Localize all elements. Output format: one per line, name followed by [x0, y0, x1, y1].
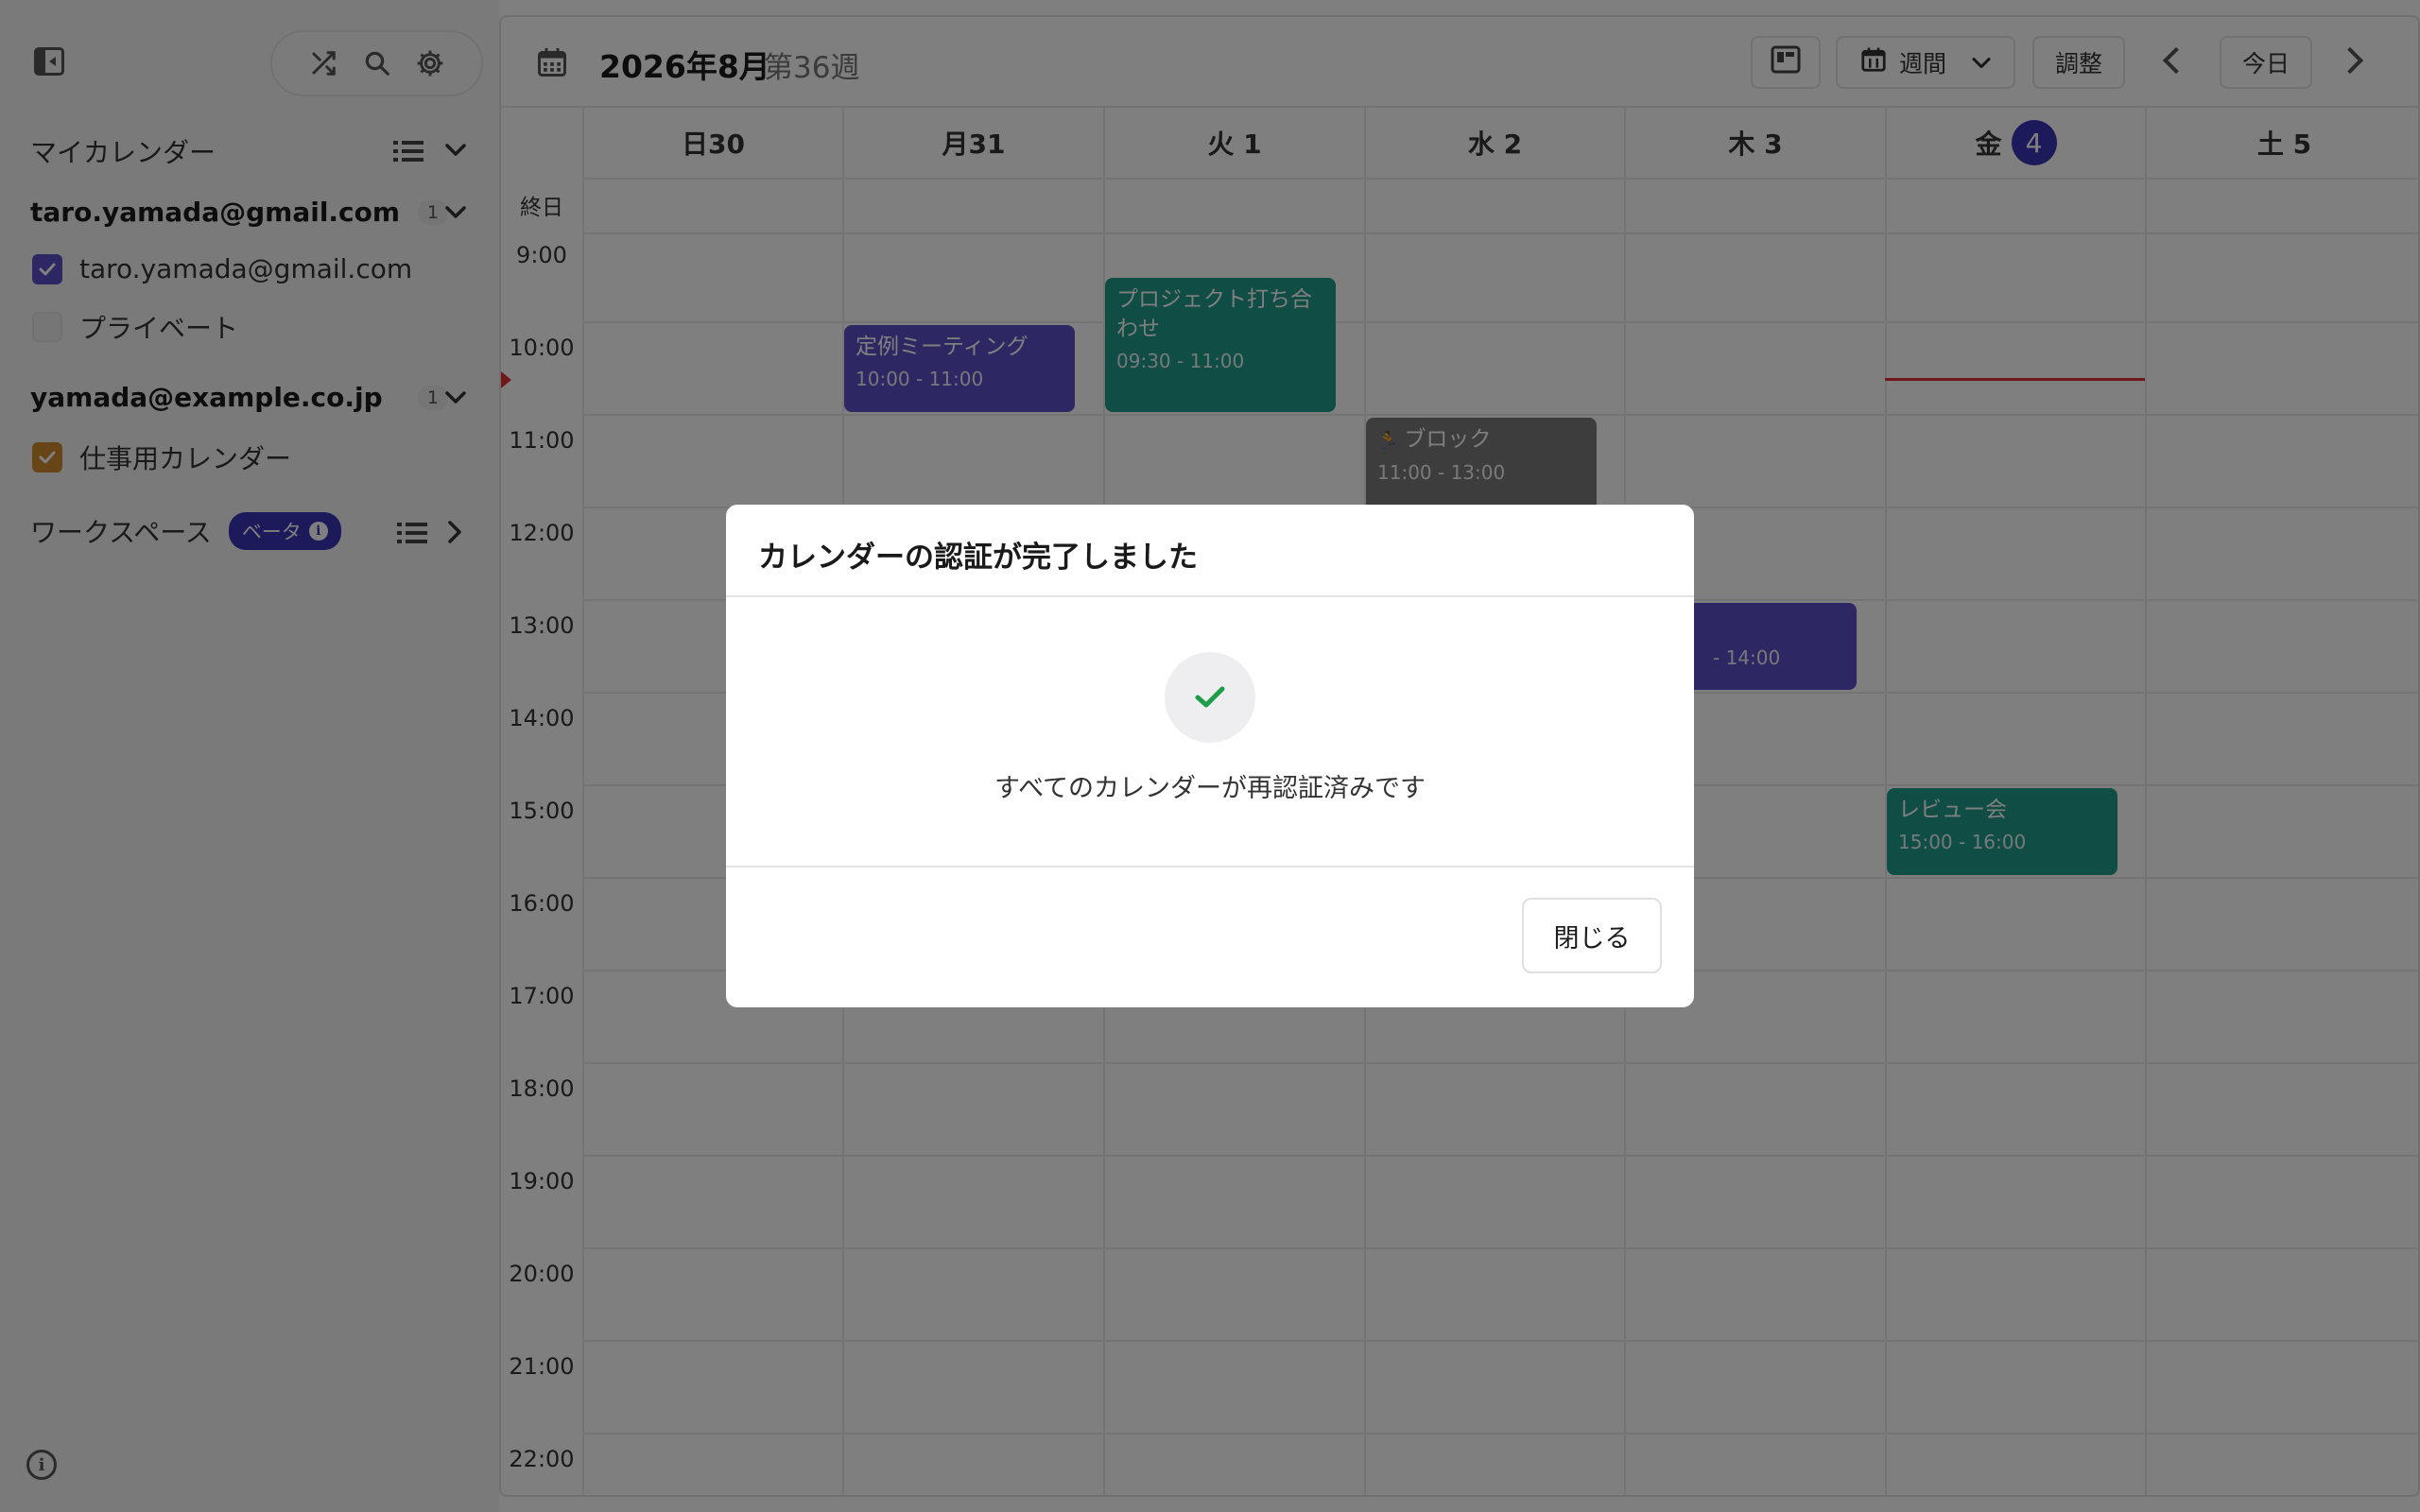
dialog-message: すべてのカレンダーが再認証済みです: [994, 774, 1426, 803]
auth-complete-dialog: カレンダーの認証が完了しました すべてのカレンダーが再認証済みです 閉じる: [726, 505, 1694, 1007]
close-button[interactable]: 閉じる: [1522, 898, 1662, 973]
divider: [726, 595, 1694, 597]
dialog-title: カレンダーの認証が完了しました: [758, 541, 1198, 575]
divider: [726, 866, 1694, 868]
success-check-icon: [1165, 652, 1255, 743]
